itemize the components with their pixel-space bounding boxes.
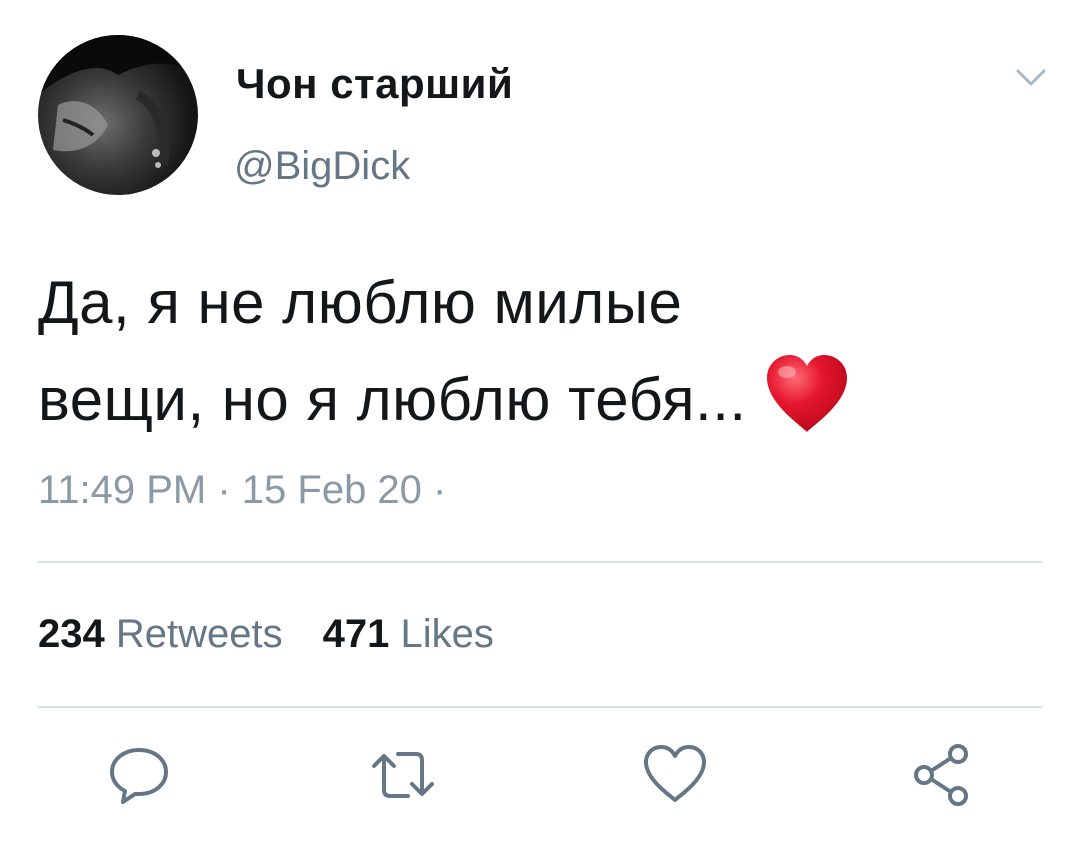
likes-count: 471 — [322, 612, 390, 656]
retweet-icon — [372, 752, 434, 798]
red-heart-emoji-icon — [763, 352, 851, 434]
avatar-photo — [38, 35, 198, 168]
reply-button[interactable] — [104, 740, 174, 810]
author-display-name[interactable]: Чон старший — [236, 60, 513, 108]
retweet-button[interactable] — [368, 740, 438, 810]
tweet-text: Да, я не люблю милые вещи, но я люблю те… — [38, 254, 1048, 448]
retweets-label: Retweets — [115, 612, 283, 656]
chevron-down-icon[interactable] — [1014, 62, 1048, 92]
divider — [38, 561, 1042, 563]
share-icon — [914, 744, 968, 806]
retweets-count: 234 — [38, 612, 105, 656]
avatar[interactable] — [38, 35, 198, 195]
author-handle[interactable]: @BigDick — [234, 144, 410, 189]
tweet-text-line-2-words: вещи, но я люблю тебя... — [38, 366, 747, 433]
tweet-stats: 234 Retweets 471 Likes — [38, 612, 494, 657]
like-button[interactable] — [640, 740, 710, 810]
tweet-text-line-2: вещи, но я люблю тебя... — [38, 351, 1048, 448]
share-button[interactable] — [908, 740, 978, 810]
like-icon — [644, 745, 706, 802]
tweet-text-line-1: Да, я не люблю милые — [38, 269, 683, 336]
likes-stat[interactable]: 471 Likes — [323, 612, 494, 656]
likes-label: Likes — [400, 612, 494, 656]
retweets-stat[interactable]: 234 Retweets — [38, 612, 283, 656]
tweet-timestamp[interactable]: 11:49 PM · 15 Feb 20 · — [38, 468, 446, 513]
divider — [38, 706, 1042, 708]
reply-icon — [110, 748, 168, 804]
